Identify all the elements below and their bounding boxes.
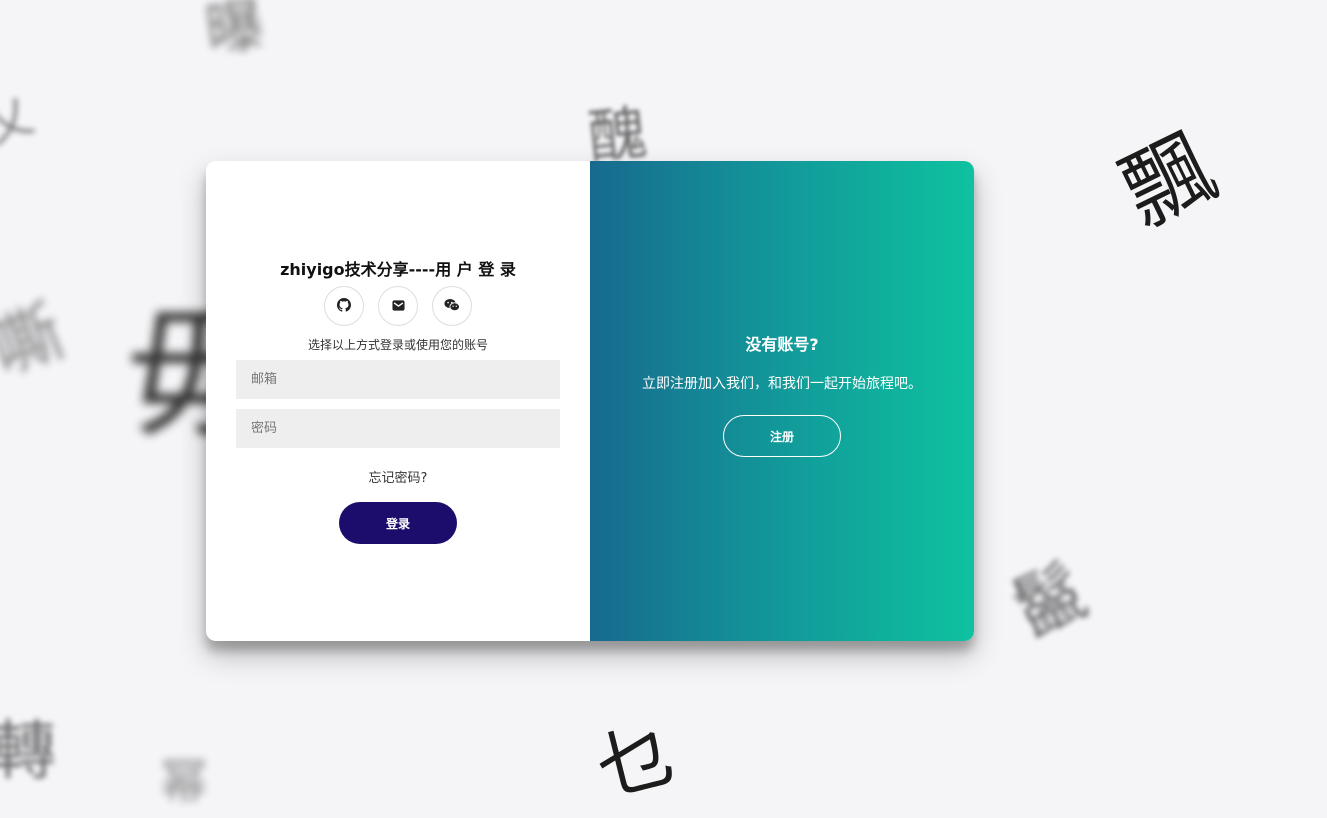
background-glyph: 乂	[0, 87, 40, 155]
register-text: 立即注册加入我们，和我们一起开始旅程吧。	[642, 376, 922, 392]
background-glyph: 轉	[0, 715, 56, 789]
github-icon	[337, 297, 351, 316]
login-button[interactable]: 登录	[339, 502, 457, 544]
register-panel: 没有账号? 立即注册加入我们，和我们一起开始旅程吧。 注册	[590, 161, 974, 641]
background-glyph: 乜	[587, 708, 684, 814]
password-field[interactable]	[236, 409, 560, 448]
github-login-button[interactable]	[324, 286, 364, 326]
register-button[interactable]: 注册	[723, 415, 841, 457]
background-glyph: 鬣	[1000, 548, 1098, 653]
email-field[interactable]	[236, 360, 560, 399]
background-glyph: 嘶	[0, 289, 75, 392]
email-login-button[interactable]	[378, 286, 418, 326]
background-glyph: 飄	[1106, 114, 1232, 246]
login-hint: 选择以上方式登录或使用您的账号	[307, 338, 488, 352]
forgot-password-link[interactable]: 忘记密码?	[369, 470, 428, 488]
wechat-icon	[444, 297, 460, 316]
background-glyph: 幂	[160, 754, 209, 810]
background-glyph: 曝	[201, 0, 269, 65]
login-form: zhiyigo技术分享----用 户 登 录 选择以上方式登录或使用您的账号 忘…	[206, 161, 590, 641]
mail-icon	[391, 297, 405, 316]
register-title: 没有账号?	[745, 335, 819, 354]
auth-card: zhiyigo技术分享----用 户 登 录 选择以上方式登录或使用您的账号 忘…	[206, 161, 974, 641]
wechat-login-button[interactable]	[432, 286, 472, 326]
social-login-group	[324, 286, 472, 326]
login-title: zhiyigo技术分享----用 户 登 录	[280, 260, 516, 279]
